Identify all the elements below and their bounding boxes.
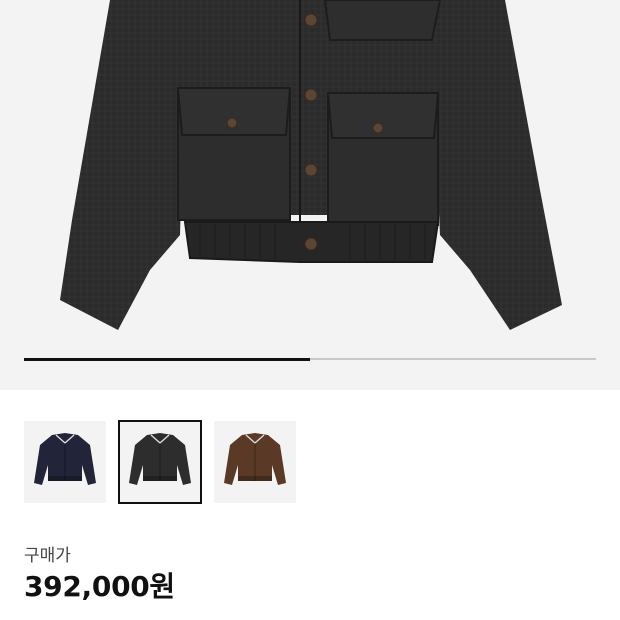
product-image-gallery[interactable] xyxy=(0,0,620,390)
color-thumbnail-list xyxy=(24,420,296,504)
thumbnail-charcoal[interactable] xyxy=(118,420,202,504)
jacket-thumbnail-icon xyxy=(224,433,286,485)
jacket-thumbnail-icon xyxy=(34,433,96,485)
gallery-progress-bar xyxy=(24,357,596,361)
thumbnail-brown[interactable] xyxy=(214,421,296,503)
price-label: 구매가 xyxy=(24,546,71,566)
thumbnail-navy[interactable] xyxy=(24,421,106,503)
gallery-progress-fill xyxy=(24,357,310,361)
jacket-thumbnail-icon xyxy=(129,433,191,485)
price-value: 392,000원 xyxy=(24,570,175,603)
jacket-image xyxy=(60,0,562,330)
